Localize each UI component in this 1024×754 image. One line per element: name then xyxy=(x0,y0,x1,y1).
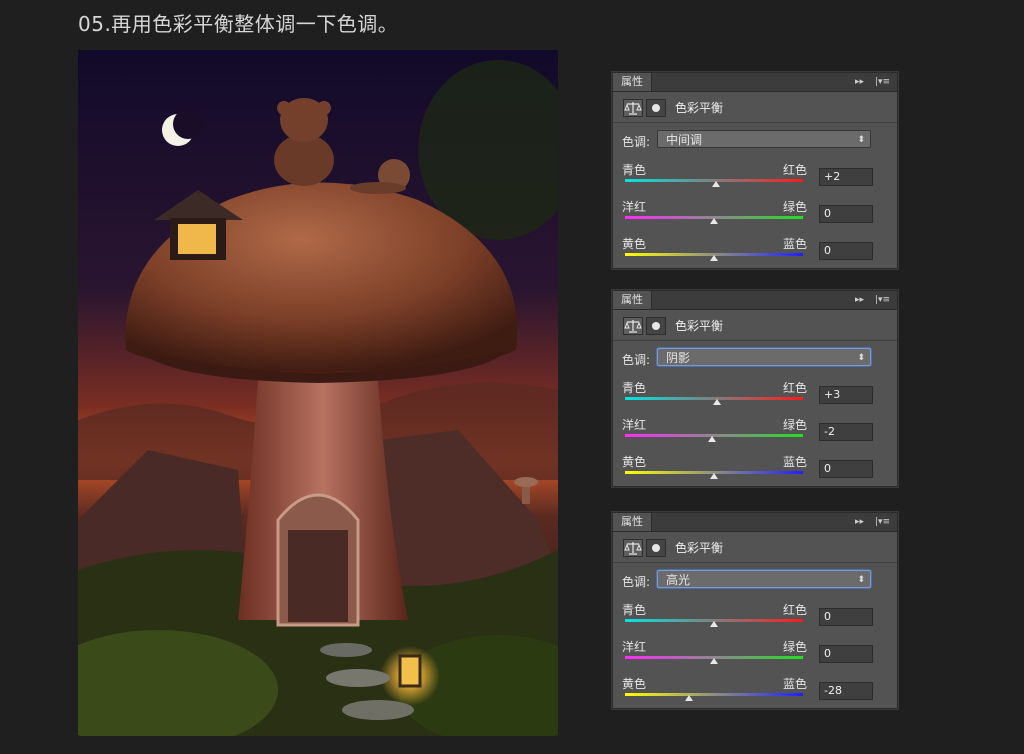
chevron-up-down-icon: ⬍ xyxy=(857,135,865,145)
slider-value-field[interactable]: 0 xyxy=(819,205,873,223)
slider-right-label: 绿色 xyxy=(783,200,808,214)
panel-menu-icon[interactable]: |▾≡ xyxy=(875,515,890,529)
slider-value-field[interactable]: 0 xyxy=(819,645,873,663)
artwork-illustration xyxy=(78,50,558,736)
panel-header: 色彩平衡 xyxy=(613,92,897,123)
slider-left-label: 青色 xyxy=(622,163,647,177)
color-slider-row: 青色 红色 0 xyxy=(613,597,897,634)
slider-right-label: 绿色 xyxy=(783,640,808,654)
color-balance-panel: 属性 ▸▸ |▾≡ 色彩平衡色调: 中间调 ⬍ 青色 红色 +2 洋红 绿色 0 黄色 蓝色 0 xyxy=(612,72,898,269)
layer-mask-icon[interactable] xyxy=(646,539,666,557)
color-slider-row: 洋红 绿色 0 xyxy=(613,634,897,671)
slider-right-label: 绿色 xyxy=(783,418,808,432)
slider-right-label: 蓝色 xyxy=(783,237,808,251)
slider-left-label: 青色 xyxy=(622,381,647,395)
panel-tab-bar: 属性 ▸▸ |▾≡ xyxy=(613,513,897,532)
panel-header: 色彩平衡 xyxy=(613,532,897,563)
slider-thumb[interactable] xyxy=(712,399,721,405)
slider-thumb[interactable] xyxy=(711,181,720,187)
panel-menu-icon[interactable]: |▾≡ xyxy=(875,75,890,89)
color-slider-row: 黄色 蓝色 0 xyxy=(613,449,897,486)
adjustment-name: 色彩平衡 xyxy=(675,319,724,333)
color-slider-row: 黄色 蓝色 -28 xyxy=(613,671,897,708)
tone-select[interactable]: 高光 ⬍ xyxy=(657,570,871,588)
tone-row: 色调: 高光 ⬍ xyxy=(613,563,897,597)
panel-header: 色彩平衡 xyxy=(613,310,897,341)
slider-right-label: 蓝色 xyxy=(783,677,808,691)
slider-thumb[interactable] xyxy=(710,621,718,627)
panel-tab-bar: 属性 ▸▸ |▾≡ xyxy=(613,73,897,92)
properties-panels: 属性 ▸▸ |▾≡ 色彩平衡 色调: 中间调 ⬍ 青色 红色 +2 洋红 绿色 0 黄色 蓝色 0 属性 ▸▸ |▾… xyxy=(612,0,898,754)
tone-label: 色调: xyxy=(622,353,651,367)
slider-right-label: 红色 xyxy=(783,163,808,177)
color-balance-panel: 属性 ▸▸ |▾≡ 色彩平衡色调: 高光 ⬍ 青色 红色 0 洋红 绿色 0 黄色 蓝色 -28 xyxy=(612,512,898,709)
balance-scale-icon xyxy=(623,539,643,557)
color-balance-panel: 属性 ▸▸ |▾≡ 色彩平衡色调: 阴影 ⬍ 青色 红色 +3 洋红 绿色 -2 黄色 蓝色 0 xyxy=(612,290,898,487)
step-title: 05.再用色彩平衡整体调一下色调。 xyxy=(78,12,399,36)
color-slider-row: 青色 红色 +3 xyxy=(613,375,897,412)
chevron-up-down-icon: ⬍ xyxy=(857,575,865,585)
slider-left-label: 黄色 xyxy=(622,677,647,691)
tone-row: 色调: 阴影 ⬍ xyxy=(613,341,897,375)
tone-select[interactable]: 阴影 ⬍ xyxy=(657,348,871,366)
slider-value-field[interactable]: +2 xyxy=(819,168,873,186)
slider-left-label: 黄色 xyxy=(622,237,647,251)
slider-value-field[interactable]: -28 xyxy=(819,682,873,700)
tone-select[interactable]: 中间调 ⬍ xyxy=(657,130,871,148)
slider-left-label: 洋红 xyxy=(622,418,647,432)
tone-select-value: 阴影 xyxy=(666,351,691,365)
slider-value-field[interactable]: +3 xyxy=(819,386,873,404)
slider-right-label: 红色 xyxy=(783,603,808,617)
layer-mask-icon[interactable] xyxy=(646,99,666,117)
double-arrow-right-icon[interactable]: ▸▸ xyxy=(855,515,864,529)
slider-left-label: 洋红 xyxy=(622,640,647,654)
double-arrow-right-icon[interactable]: ▸▸ xyxy=(855,75,864,89)
slider-right-label: 红色 xyxy=(783,381,808,395)
double-arrow-right-icon[interactable]: ▸▸ xyxy=(855,293,864,307)
tab-properties[interactable]: 属性 xyxy=(613,73,652,91)
slider-value-field[interactable]: 0 xyxy=(819,460,873,478)
tone-label: 色调: xyxy=(622,135,651,149)
layer-mask-icon[interactable] xyxy=(646,317,666,335)
adjustment-name: 色彩平衡 xyxy=(675,101,724,115)
adjustment-name: 色彩平衡 xyxy=(675,541,724,555)
slider-thumb[interactable] xyxy=(708,436,717,442)
slider-value-field[interactable]: -2 xyxy=(819,423,873,441)
tone-row: 色调: 中间调 ⬍ xyxy=(613,123,897,157)
tab-properties[interactable]: 属性 xyxy=(613,291,652,309)
slider-thumb[interactable] xyxy=(710,255,718,261)
tab-properties[interactable]: 属性 xyxy=(613,513,652,531)
slider-left-label: 青色 xyxy=(622,603,647,617)
balance-scale-icon xyxy=(623,99,643,117)
slider-value-field[interactable]: 0 xyxy=(819,242,873,260)
panel-menu-icon[interactable]: |▾≡ xyxy=(875,293,890,307)
tone-select-value: 高光 xyxy=(666,573,691,587)
slider-thumb[interactable] xyxy=(710,473,718,479)
color-slider-row: 洋红 绿色 0 xyxy=(613,194,897,231)
balance-scale-icon xyxy=(623,317,643,335)
slider-thumb[interactable] xyxy=(685,695,694,701)
slider-left-label: 黄色 xyxy=(622,455,647,469)
slider-left-label: 洋红 xyxy=(622,200,647,214)
tone-select-value: 中间调 xyxy=(666,133,703,147)
panel-tab-bar: 属性 ▸▸ |▾≡ xyxy=(613,291,897,310)
slider-track[interactable] xyxy=(625,693,803,696)
color-slider-row: 青色 红色 +2 xyxy=(613,157,897,194)
tone-label: 色调: xyxy=(622,575,651,589)
color-slider-row: 黄色 蓝色 0 xyxy=(613,231,897,268)
slider-thumb[interactable] xyxy=(710,218,718,224)
mushroom-house-artwork xyxy=(78,50,558,736)
slider-right-label: 蓝色 xyxy=(783,455,808,469)
color-slider-row: 洋红 绿色 -2 xyxy=(613,412,897,449)
slider-value-field[interactable]: 0 xyxy=(819,608,873,626)
chevron-up-down-icon: ⬍ xyxy=(857,353,865,363)
slider-thumb[interactable] xyxy=(710,658,718,664)
